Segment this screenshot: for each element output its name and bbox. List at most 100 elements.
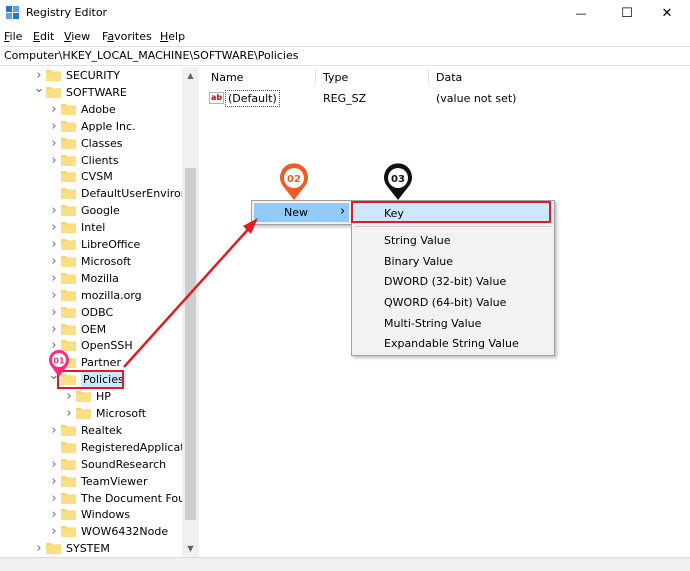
submenu-item-qword-value[interactable]: QWORD (64-bit) Value [384,296,506,309]
chevron-right-icon[interactable]: › [48,135,60,152]
chevron-right-icon[interactable]: › [48,422,60,439]
tree-item-label: Windows [81,508,131,522]
menu-edit[interactable]: Edit [33,30,54,43]
tree-item-defaultuserenvironn[interactable]: DefaultUserEnvironn [0,185,195,202]
submenu-item-expandable-string-value[interactable]: Expandable String Value [384,337,519,350]
tree-item-label: RegisteredApplicatic [81,440,194,454]
column-header-name[interactable]: Name [211,71,243,84]
tree-item-label: LibreOffice [81,238,141,251]
menu-favorites[interactable]: Favorites [102,30,152,43]
string-value-icon: ab [209,92,224,104]
menu-file[interactable]: File [4,30,22,43]
tree-scroll-thumb[interactable] [185,168,196,520]
chevron-right-icon[interactable]: › [48,473,60,490]
chevron-right-icon[interactable]: › [48,101,60,118]
tree-item-hp[interactable]: › HP [0,388,182,405]
tree-item-openssh[interactable]: › OpenSSH [0,337,182,354]
tree-item-label: SoundResearch [81,457,167,471]
menu-bar: File Edit View Favorites Help [0,28,690,46]
address-bar[interactable]: Computer\HKEY_LOCAL_MACHINE\SOFTWARE\Pol… [0,46,690,66]
scroll-down-icon[interactable]: ▼ [182,540,199,557]
column-header-data[interactable]: Data [436,71,462,84]
folder-icon [61,103,76,115]
tree-item-odbc[interactable]: › ODBC [0,304,182,321]
context-item-new-label: New [284,206,308,219]
context-item-new[interactable]: New › [254,203,349,222]
submenu-item-binary-value[interactable]: Binary Value [384,255,453,268]
tree-item-label: Microsoft [81,254,132,268]
step-02-label: 02 [287,174,301,185]
tree-item-windows[interactable]: › Windows [0,506,182,523]
folder-icon [76,391,91,403]
submenu-item-string-value[interactable]: String Value [384,234,451,247]
column-header-type[interactable]: Type [323,71,348,84]
tree-item-the-document-foun[interactable]: › The Document Foun [0,490,192,507]
menu-view[interactable]: View [64,30,90,43]
tree-item-wow6432node[interactable]: › WOW6432Node [0,523,182,540]
menu-help[interactable]: Help [160,30,185,43]
column-separator[interactable] [315,69,316,86]
tree-item-classes[interactable]: › Classes [0,135,182,152]
folder-icon [46,543,61,555]
status-bar [0,557,690,571]
value-data: (value not set) [436,92,517,105]
folder-icon [61,441,76,453]
highlight-box-key [351,201,551,223]
chevron-right-icon[interactable]: › [33,540,45,557]
menu-divider [354,226,552,227]
chevron-right-icon[interactable]: › [48,253,60,270]
chevron-right-icon[interactable]: › [48,270,60,287]
tree-item-clients[interactable]: › Clients [0,152,182,169]
step-03-label: 03 [391,174,405,185]
tree-item-realtek[interactable]: › Realtek [0,422,182,439]
tree-item-intel[interactable]: › Intel [0,219,182,236]
tree-item-partner[interactable]: ›Partner [0,354,182,371]
chevron-down-icon[interactable]: ⌄ [33,82,45,101]
tree-item-oem[interactable]: › OEM [0,321,182,338]
scroll-up-icon[interactable]: ▲ [182,67,199,84]
chevron-right-icon[interactable]: › [48,152,60,169]
chevron-right-icon[interactable]: › [63,388,75,405]
chevron-right-icon[interactable]: › [48,490,60,507]
chevron-right-icon[interactable]: › [48,202,60,219]
folder-icon [61,272,76,284]
chevron-right-icon[interactable]: › [48,287,60,304]
tree-item-label: DefaultUserEnvironn [81,187,195,201]
submenu-item-dword-value[interactable]: DWORD (32-bit) Value [384,275,506,288]
chevron-right-icon[interactable]: › [48,506,60,523]
minimize-button[interactable]: — [558,0,604,26]
tree-item-mozilla[interactable]: › Mozilla [0,270,182,287]
tree-item-security[interactable]: › SECURITY [0,67,182,84]
step-03-badge: 03 [384,163,412,200]
chevron-right-icon[interactable]: › [48,321,60,338]
chevron-right-icon[interactable]: › [48,304,60,321]
tree-item-mozilla-org[interactable]: › mozilla.org [0,287,182,304]
tree-item-teamviewer[interactable]: › TeamViewer [0,473,182,490]
tree-item-software[interactable]: ⌄ SOFTWARE [0,82,182,101]
chevron-right-icon[interactable]: › [48,118,60,135]
folder-icon [61,289,76,301]
tree-item-libreoffice[interactable]: › LibreOffice [0,236,182,253]
tree-item-system[interactable]: › SYSTEM [0,540,182,557]
column-separator[interactable] [428,69,429,86]
tree-item-microsoft[interactable]: › Microsoft [0,253,182,270]
chevron-right-icon[interactable]: › [48,456,60,473]
tree-item-label: ODBC [81,305,114,319]
chevron-right-icon[interactable]: › [48,219,60,236]
tree-item-soundresearch[interactable]: › SoundResearch [0,456,182,473]
tree-item-registeredapplicatic[interactable]: RegisteredApplicatic [0,439,194,456]
submenu-item-multi-string-value[interactable]: Multi-String Value [384,317,481,330]
window-title: Registry Editor [26,6,108,19]
tree-item-label: Mozilla [81,271,119,285]
tree-item-adobe[interactable]: › Adobe [0,101,182,118]
tree-item-cvsm[interactable]: CVSM [0,168,182,185]
chevron-right-icon[interactable]: › [48,236,60,253]
chevron-right-icon[interactable]: › [63,405,75,422]
tree-item-apple-inc-[interactable]: › Apple Inc. [0,118,182,135]
title-bar: Registry Editor — ☐ ✕ [0,0,690,26]
close-button[interactable]: ✕ [644,0,690,26]
chevron-right-icon[interactable]: › [48,523,60,540]
chevron-right-icon: › [340,204,346,219]
tree-item-google[interactable]: › Google [0,202,182,219]
tree-item-microsoft[interactable]: › Microsoft [0,405,182,422]
